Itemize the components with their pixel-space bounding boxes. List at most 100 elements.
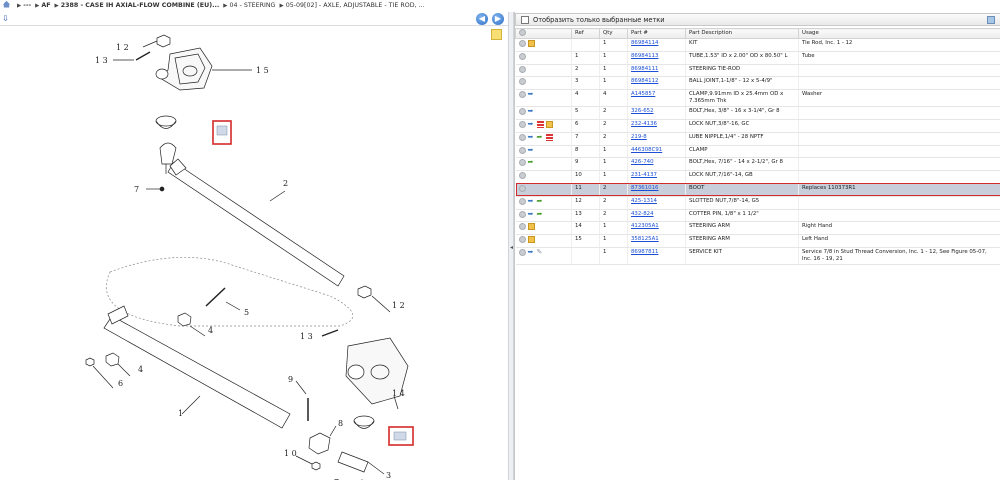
part-number-link[interactable]: 412305A1 (631, 223, 659, 229)
row-select-cell[interactable]: ➥ ➦ (515, 209, 572, 223)
row-select-cell[interactable]: ➥ ➦ (515, 132, 572, 146)
splitter-grip-icon[interactable]: ◂ (510, 244, 513, 256)
row-select-icon[interactable] (518, 146, 526, 154)
part-number-cell[interactable]: 358125A1 (627, 234, 686, 248)
part-number-link[interactable]: 86984111 (631, 66, 658, 72)
row-select-icon[interactable] (518, 52, 526, 60)
wrench-icon[interactable]: ✎ (537, 248, 544, 256)
row-select-cell[interactable]: ➥ (515, 145, 572, 159)
part-number-cell[interactable]: 87361016 (627, 182, 686, 197)
table-row[interactable]: ➥ 8 1 446308C91 CLAMP (515, 145, 1000, 159)
row-select-cell[interactable]: ➥ ➦ (515, 196, 572, 210)
row-select-cell[interactable]: ➥ (515, 89, 572, 108)
row-select-icon[interactable] (518, 91, 526, 99)
row-select-icon[interactable] (518, 223, 526, 231)
column-header-part-number[interactable]: Part # (627, 28, 686, 39)
table-row[interactable]: ➥ 4 4 A145857 CLAMP,9.91mm ID x 25.4mm OD x … (515, 89, 1000, 108)
part-number-link[interactable]: 86987811 (631, 249, 658, 255)
part-number-link[interactable]: 326-652 (631, 108, 654, 114)
row-select-icon[interactable] (518, 236, 526, 244)
part-number-cell[interactable]: 412305A1 (627, 221, 686, 236)
part-number-link[interactable]: 219-8 (631, 134, 647, 140)
show-selected-only-checkbox[interactable] (521, 16, 529, 24)
row-select-icon[interactable] (518, 120, 526, 128)
row-select-cell[interactable]: ➥ (515, 106, 572, 120)
part-number-cell[interactable]: 446308C91 (627, 145, 686, 159)
row-select-cell[interactable] (515, 64, 572, 78)
kit-box-icon[interactable] (527, 40, 535, 47)
arrow-right-circle-icon[interactable]: ▶ (492, 13, 504, 25)
row-select-cell[interactable]: ➦ (515, 157, 572, 172)
info-arrow-icon[interactable]: ➥ (528, 108, 535, 115)
substitute-arrow-icon[interactable]: ➦ (537, 133, 544, 141)
row-select-icon[interactable] (518, 159, 526, 167)
part-number-link[interactable]: 86984113 (631, 53, 658, 59)
select-all-icon[interactable] (519, 29, 526, 36)
part-number-link[interactable]: 232-4136 (631, 121, 657, 127)
info-arrow-icon[interactable]: ➥ (528, 120, 535, 128)
part-number-link[interactable]: 446308C91 (631, 147, 662, 153)
part-number-link[interactable]: 432-824 (631, 211, 654, 217)
part-number-link[interactable]: 86984112 (631, 78, 658, 84)
table-row[interactable]: ➥ ➦ 13 2 432-824 COTTER PIN, 1/8" x 1 1/2" (515, 209, 1000, 223)
row-select-cell[interactable] (515, 170, 572, 184)
part-number-cell[interactable]: A145857 (627, 89, 686, 108)
row-select-icon[interactable] (518, 210, 526, 218)
row-select-icon[interactable] (518, 108, 526, 116)
part-number-link[interactable]: 425-1314 (631, 198, 657, 204)
part-number-cell[interactable]: 232-4136 (627, 119, 686, 133)
breadcrumb-item-0[interactable]: --- (23, 2, 31, 9)
part-number-cell[interactable]: 425-1314 (627, 196, 686, 210)
row-select-cell[interactable] (515, 38, 572, 52)
part-number-link[interactable]: 358125A1 (631, 236, 659, 242)
info-arrow-icon[interactable]: ➥ (528, 91, 535, 98)
substitute-arrow-icon[interactable]: ➦ (537, 197, 544, 205)
row-select-cell[interactable]: ➥ ✎ (515, 247, 572, 265)
info-arrow-icon[interactable]: ➥ (528, 248, 535, 256)
table-row[interactable]: 1 1 86984113 TUBE,1.53" ID x 2.00" OD x 80.… (515, 51, 1000, 65)
row-select-cell[interactable]: ➥ (515, 119, 572, 133)
table-row[interactable]: ➥ ➦ 12 2 425-1314 SLOTTED NUT,7/8"-14, G5 (515, 196, 1000, 210)
part-number-link[interactable]: 426-740 (631, 159, 654, 165)
part-number-cell[interactable]: 426-740 (627, 157, 686, 172)
table-row[interactable]: 10 1 231-4137 LOCK NUT,7/16"-14, GB (515, 170, 1000, 184)
breadcrumb-item-4[interactable]: 05-09[02] - AXLE, ADJUSTABLE - TIE ROD, … (286, 2, 425, 9)
column-header-ref[interactable]: Ref (571, 28, 600, 39)
row-select-icon[interactable] (518, 172, 526, 180)
window-icon[interactable] (987, 16, 995, 24)
table-row[interactable]: ➥ 6 2 232-4136 LOCK NUT,3/8"-16, GC (515, 119, 1000, 133)
part-number-cell[interactable]: 86984112 (627, 76, 686, 91)
part-number-link[interactable]: 87361016 (631, 185, 658, 191)
part-number-cell[interactable]: 86987811 (627, 247, 686, 265)
row-select-icon[interactable] (518, 184, 526, 192)
download-icon[interactable]: ⇩ (2, 14, 11, 23)
column-header-description[interactable]: Part Description (685, 28, 799, 39)
row-select-icon[interactable] (518, 133, 526, 141)
row-select-cell[interactable] (515, 234, 572, 248)
substitute-arrow-icon[interactable]: ➦ (537, 210, 544, 218)
table-row[interactable]: 14 1 412305A1 STEERING ARM Right Hand (515, 221, 1000, 236)
part-number-cell[interactable]: 219-8 (627, 132, 686, 146)
substitute-arrow-icon[interactable]: ➦ (528, 159, 535, 166)
part-number-cell[interactable]: 432-824 (627, 209, 686, 223)
info-arrow-icon[interactable]: ➥ (528, 210, 535, 218)
kit-box-icon[interactable] (545, 120, 553, 128)
row-select-icon[interactable] (518, 65, 526, 73)
table-row[interactable]: 1 86984114 KIT Tie Rod, Inc. 1 - 12 (515, 38, 1000, 52)
info-arrow-icon[interactable]: ➥ (528, 133, 535, 141)
table-row-selected[interactable]: 11 2 87361016 BOOT Replaces 110373R1 (515, 182, 1000, 197)
home-icon[interactable] (2, 0, 11, 8)
list-icon[interactable] (536, 120, 544, 128)
part-number-link[interactable]: 86984114 (631, 40, 658, 46)
table-row[interactable]: 15 1 358125A1 STEERING ARM Left Hand (515, 234, 1000, 248)
arrow-left-circle-icon[interactable]: ◀ (476, 13, 488, 25)
part-number-cell[interactable]: 86984111 (627, 64, 686, 78)
part-number-link[interactable]: 231-4137 (631, 172, 657, 178)
row-select-cell[interactable] (515, 51, 572, 65)
table-row[interactable]: ➥ ✎ 1 86987811 SERVICE KIT Service 7/8 in Stu… (515, 247, 1000, 265)
row-select-cell[interactable] (515, 76, 572, 91)
row-select-cell[interactable] (515, 221, 572, 236)
breadcrumb-item-3[interactable]: 04 - STEERING (230, 2, 276, 9)
row-select-icon[interactable] (518, 197, 526, 205)
row-select-icon[interactable] (518, 78, 526, 86)
